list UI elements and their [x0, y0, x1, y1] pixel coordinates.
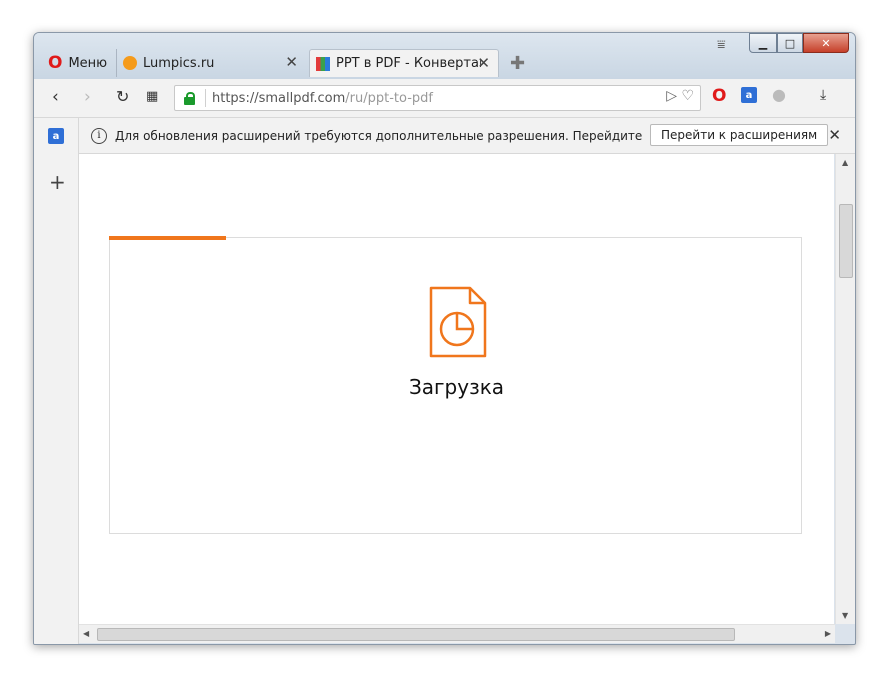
plus-icon[interactable]: ✚ [510, 53, 525, 74]
translate-icon[interactable]: a [48, 128, 64, 144]
send-icon[interactable]: ▷ [666, 88, 677, 104]
vertical-scrollbar[interactable]: ▲ ▼ [835, 154, 855, 624]
extension-infobar: i Для обновления расширений требуются до… [79, 118, 855, 154]
infobar-message: Для обновления расширений требуются допо… [115, 128, 645, 143]
close-icon[interactable]: ✕ [285, 53, 298, 71]
title-bar: O Меню Lumpics.ru ✕ PPT в PDF - Конверта… [34, 33, 855, 79]
close-icon[interactable]: ✕ [477, 54, 490, 72]
browser-window: O Меню Lumpics.ru ✕ PPT в PDF - Конверта… [33, 32, 856, 645]
navigation-toolbar: ‹ › ↻ ▦ https://smallpdf.com /ru/ppt-to-… [34, 79, 855, 118]
upload-card[interactable]: Загрузка [109, 236, 802, 534]
heart-icon[interactable]: ♡ [681, 88, 694, 104]
speed-dial-icon[interactable]: ▦ [146, 89, 158, 104]
tab-label: Lumpics.ru [143, 55, 215, 71]
address-bar[interactable]: https://smallpdf.com /ru/ppt-to-pdf ▷ ♡ [174, 85, 701, 111]
close-icon[interactable]: ✕ [828, 126, 841, 144]
opera-logo-icon: O [48, 53, 63, 73]
upload-progress-bar [109, 236, 226, 240]
window-close-button[interactable]: ✕ [803, 33, 849, 53]
info-icon: i [91, 127, 107, 144]
lumpics-favicon-icon [123, 56, 137, 70]
smallpdf-favicon-icon [316, 56, 330, 71]
minimize-button[interactable]: ▁ [749, 33, 777, 53]
url-host: https://smallpdf.com [212, 90, 346, 106]
reload-icon[interactable]: ↻ [116, 87, 129, 106]
sidebar: a + [34, 118, 79, 644]
tab-lumpics[interactable]: Lumpics.ru ✕ [116, 49, 306, 77]
tab-menu-icon[interactable]: ⩸ [717, 37, 726, 53]
tab-smallpdf[interactable]: PPT в PDF - Конвертация ✕ [309, 49, 499, 77]
vpn-globe-icon[interactable]: ● [772, 85, 786, 104]
back-icon[interactable]: ‹ [52, 87, 59, 107]
tab-label: PPT в PDF - Конвертация [336, 56, 481, 71]
forward-icon[interactable]: › [84, 87, 91, 107]
horizontal-scroll-thumb[interactable] [97, 628, 735, 641]
translate-icon[interactable]: a [741, 87, 757, 103]
horizontal-scrollbar[interactable]: ◀ ▶ [79, 624, 835, 643]
page-content: Загрузка [79, 154, 834, 624]
download-icon[interactable]: ⤓ [820, 87, 826, 103]
window-controls: ▁ □ ✕ [749, 33, 849, 53]
opera-extension-icon[interactable]: O [712, 86, 726, 106]
file-chart-icon [429, 286, 487, 358]
plus-icon[interactable]: + [49, 170, 66, 194]
vertical-scroll-thumb[interactable] [839, 204, 853, 278]
url-actions: ▷ ♡ [666, 88, 694, 104]
upload-status-label: Загрузка [408, 375, 505, 399]
opera-menu-button[interactable]: O Меню [42, 49, 122, 77]
maximize-button[interactable]: □ [777, 33, 803, 53]
url-path: /ru/ppt-to-pdf [345, 90, 433, 106]
lock-icon [183, 92, 197, 105]
menu-label: Меню [68, 55, 108, 71]
go-to-extensions-button[interactable]: Перейти к расширениям [650, 124, 829, 146]
